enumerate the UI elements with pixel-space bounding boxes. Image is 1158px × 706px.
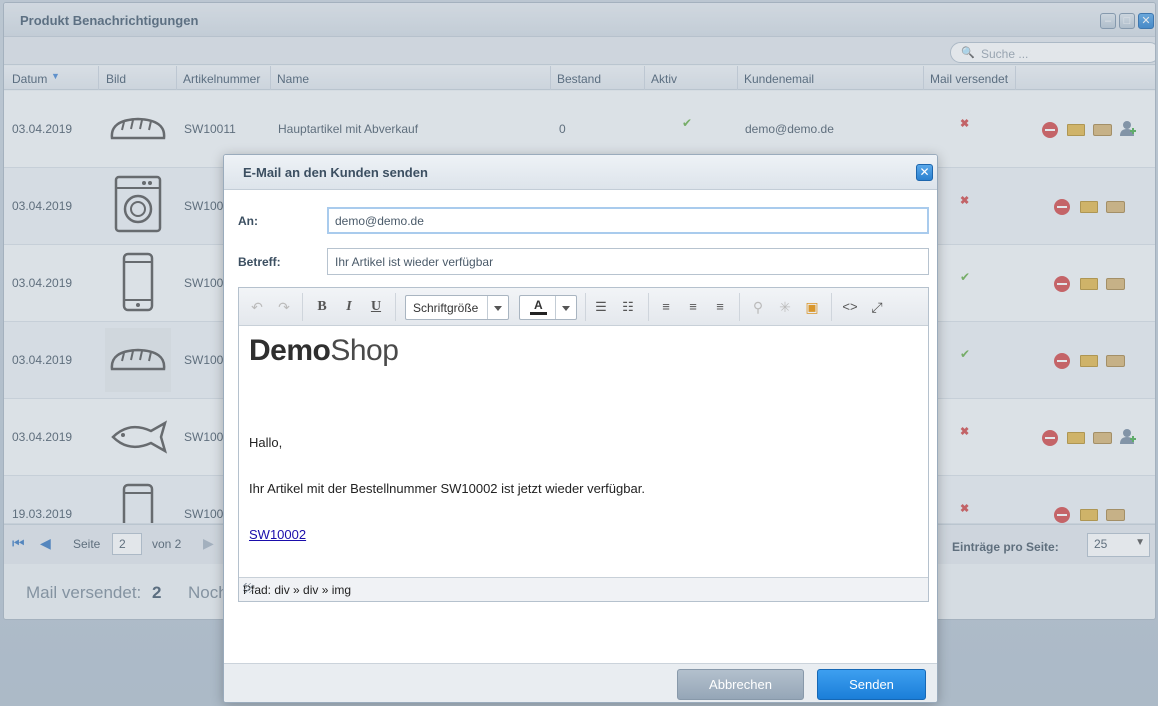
cancel-button[interactable]: Abbrechen	[677, 669, 804, 700]
demo-shop-logo: DemoShop	[249, 334, 399, 368]
editor-content[interactable]: DemoShop Hallo, Ihr Artikel mit der Best…	[239, 326, 928, 577]
source-code-icon[interactable]: <>	[840, 297, 860, 317]
font-color-select[interactable]: A	[519, 295, 577, 320]
email-message: Ihr Artikel mit der Bestellnummer SW1000…	[249, 481, 645, 496]
resize-handle[interactable]	[243, 583, 253, 593]
align-left-icon[interactable]: ≡	[656, 297, 676, 317]
toolbar-divider	[831, 293, 832, 321]
align-center-icon[interactable]: ≡	[683, 297, 703, 317]
to-label: An:	[238, 214, 258, 228]
send-button[interactable]: Senden	[817, 669, 926, 700]
editor-statusbar: Pfad: div » div » img	[239, 577, 928, 601]
toolbar-divider	[648, 293, 649, 321]
close-icon: ✕	[919, 165, 930, 179]
align-right-icon[interactable]: ≡	[710, 297, 730, 317]
chevron-down-icon	[555, 296, 576, 319]
toolbar-divider	[395, 293, 396, 321]
editor-toolbar: ↶ ↷ B I U Schriftgröße A ☰ ☷ ≡ ≡ ≡ ⚲ ✳ ▣…	[239, 288, 928, 326]
logo-light-text: Shop	[330, 334, 399, 367]
subject-label: Betreff:	[238, 255, 281, 269]
underline-icon[interactable]: U	[366, 297, 386, 317]
email-greeting: Hallo,	[249, 435, 283, 450]
link-icon[interactable]: ⚲	[748, 297, 768, 317]
to-email-field[interactable]: demo@demo.de	[327, 207, 929, 234]
insert-media-icon[interactable]: ▣	[802, 297, 822, 317]
dialog-header: E-Mail an den Kunden senden ✕	[224, 155, 937, 190]
toolbar-divider	[302, 293, 303, 321]
font-size-label: Schriftgröße	[413, 301, 479, 315]
logo-bold-text: Demo	[249, 334, 331, 367]
font-size-select[interactable]: Schriftgröße	[405, 295, 509, 320]
chevron-down-icon	[487, 296, 508, 319]
send-email-dialog: E-Mail an den Kunden senden ✕ An: demo@d…	[223, 154, 938, 703]
dialog-footer: Abbrechen Senden	[224, 663, 937, 702]
font-color-label: A	[530, 299, 547, 315]
undo-icon[interactable]: ↶	[247, 297, 267, 317]
numbered-list-icon[interactable]: ☷	[618, 297, 638, 317]
element-path: Pfad: div » div » img	[243, 583, 352, 597]
toolbar-divider	[739, 293, 740, 321]
close-dialog-button[interactable]: ✕	[916, 164, 933, 181]
rich-text-editor: ↶ ↷ B I U Schriftgröße A ☰ ☷ ≡ ≡ ≡ ⚲ ✳ ▣…	[238, 287, 929, 602]
product-link[interactable]: SW10002	[249, 527, 306, 542]
bold-icon[interactable]: B	[312, 297, 332, 317]
dialog-title: E-Mail an den Kunden senden	[243, 165, 428, 180]
unlink-icon[interactable]: ✳	[775, 297, 795, 317]
redo-icon[interactable]: ↷	[274, 297, 294, 317]
toolbar-divider	[585, 293, 586, 321]
bullet-list-icon[interactable]: ☰	[591, 297, 611, 317]
fullscreen-icon[interactable]: ⤢	[867, 297, 887, 317]
italic-icon[interactable]: I	[339, 297, 359, 317]
subject-field[interactable]: Ihr Artikel ist wieder verfügbar	[327, 248, 929, 275]
